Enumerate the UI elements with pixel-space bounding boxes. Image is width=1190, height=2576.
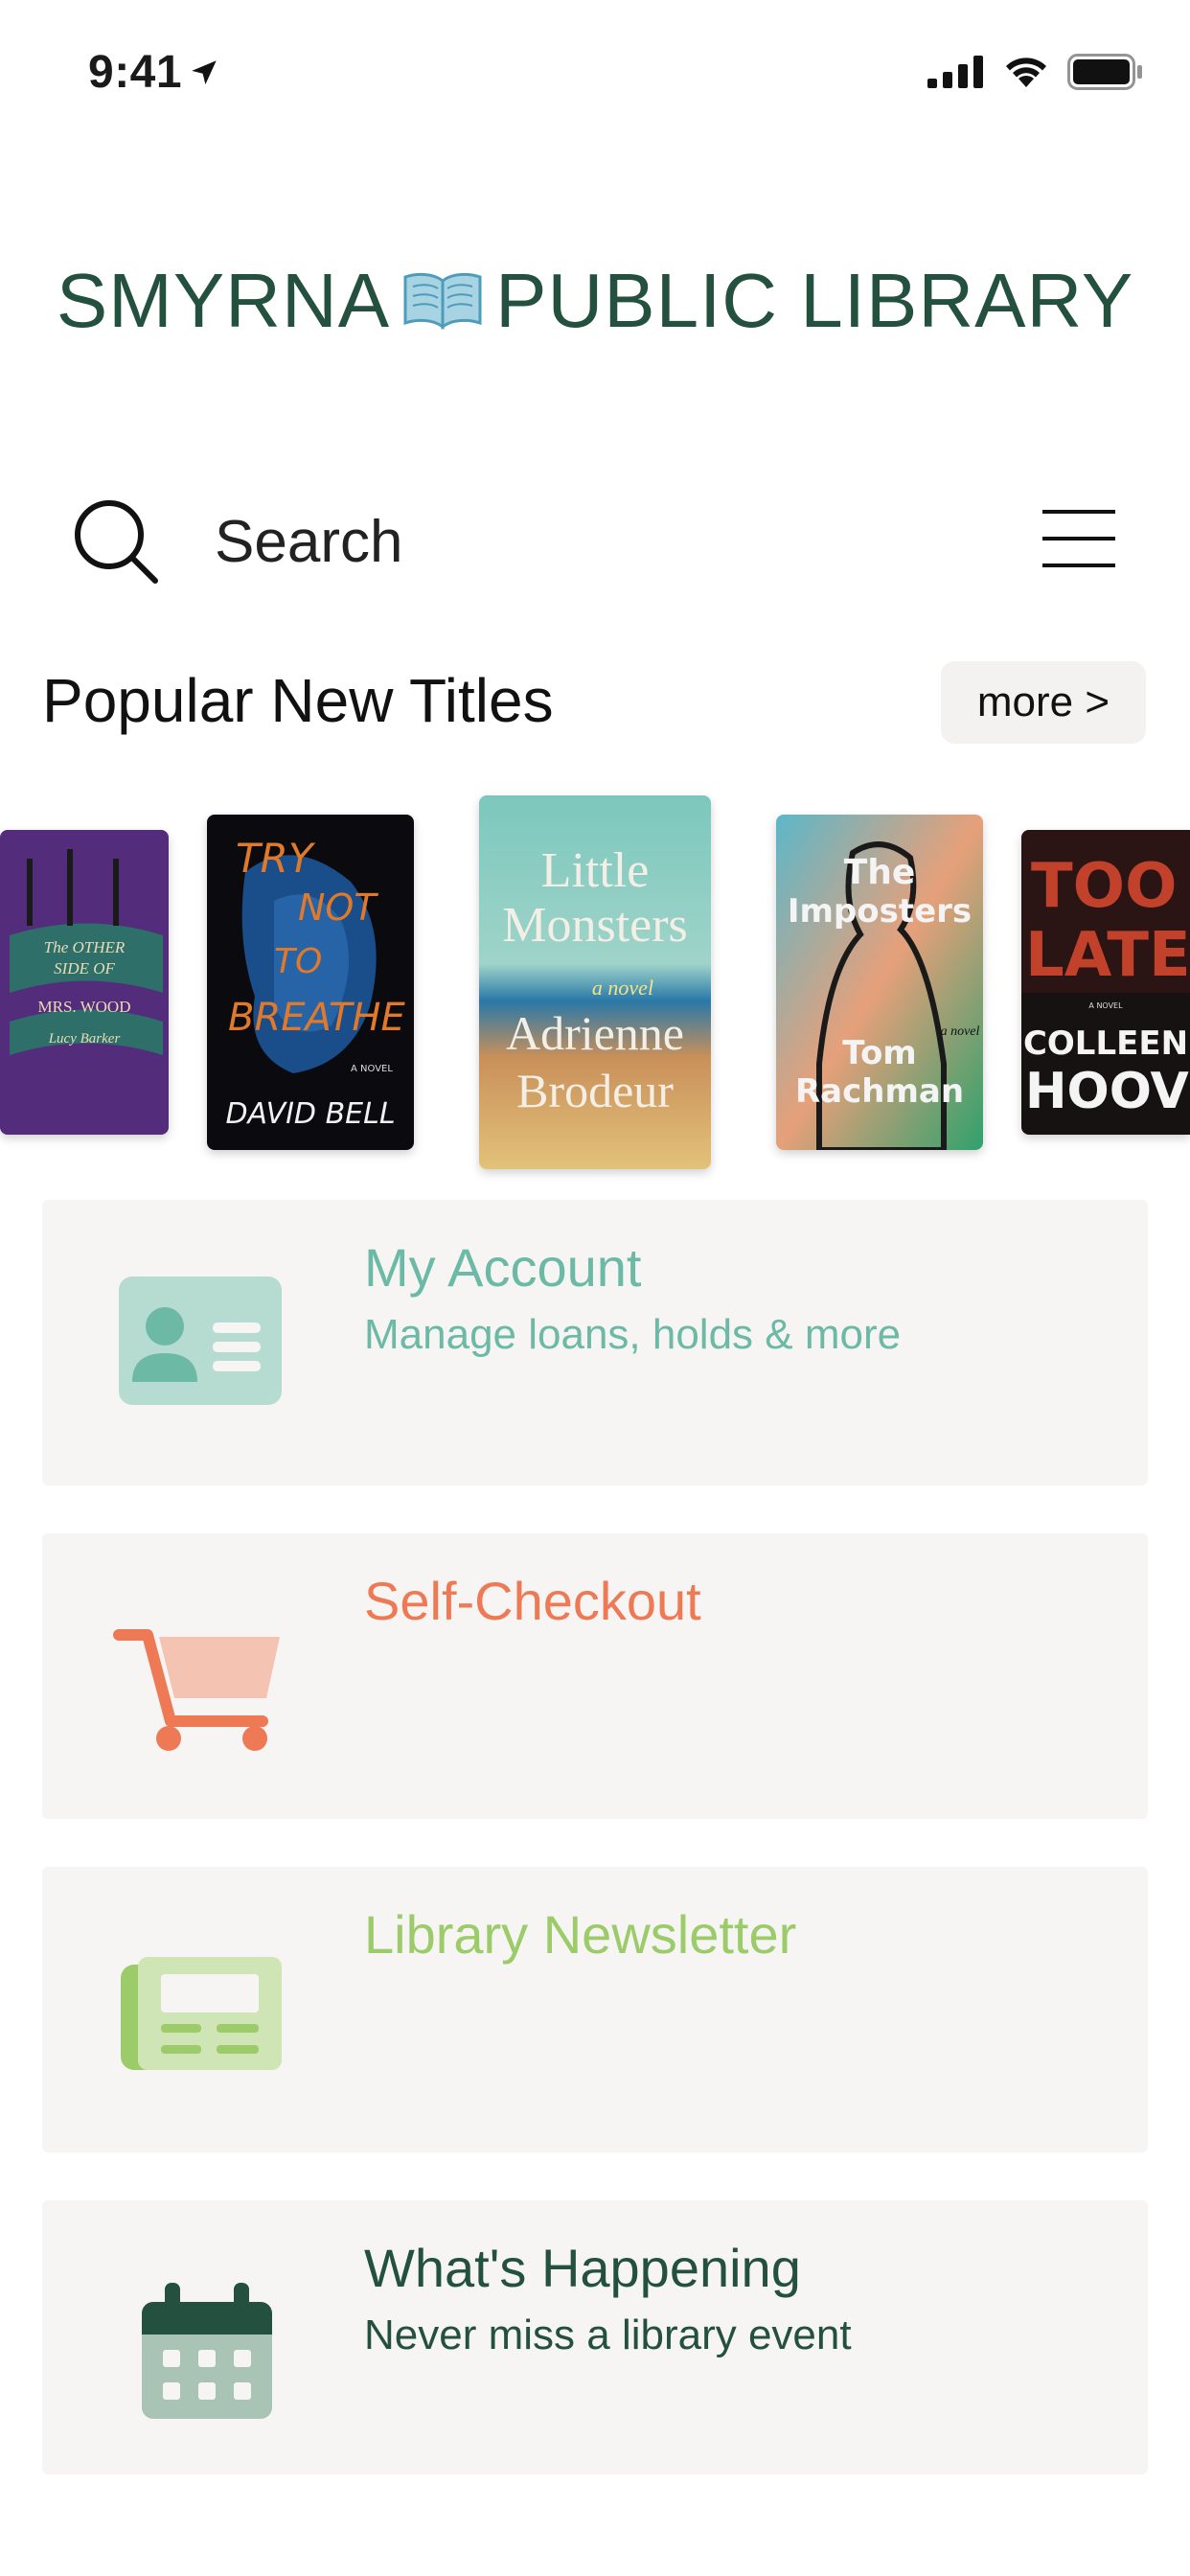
book-5-author-line-2: HOOVER xyxy=(1025,1063,1190,1120)
section-title: Popular New Titles xyxy=(42,666,554,735)
book-cover-5[interactable]: TOO LATE A NOVEL COLLEEN HOOVER xyxy=(1021,830,1190,1135)
book-1-title-line-1: The OTHER xyxy=(44,938,126,956)
book-2-author: DAVID BELL xyxy=(225,1097,395,1131)
book-2-tagline: A NOVEL xyxy=(351,1064,393,1074)
book-cover-4[interactable]: The Imposters a novel Tom Rachman xyxy=(776,815,983,1150)
battery-icon xyxy=(1067,54,1142,90)
card-subtitle: Never miss a library event xyxy=(364,2312,852,2358)
book-3-tagline: a novel xyxy=(592,976,653,1000)
book-3-title-line-2: Monsters xyxy=(502,898,688,953)
status-time: 9:41 xyxy=(88,46,220,99)
book-5-title-line-1: TOO xyxy=(1031,851,1177,922)
book-1-title-line-3: MRS. WOOD xyxy=(38,998,131,1016)
book-4-tagline: a novel xyxy=(941,1024,980,1039)
book-2-title-line-4: BREATHE xyxy=(228,996,405,1040)
book-5-tagline: A NOVEL xyxy=(1088,1001,1123,1010)
book-cover-3[interactable]: Little Monsters a novel Adrienne Brodeur xyxy=(479,795,711,1169)
book-2-title-line-3: TO xyxy=(274,942,322,981)
search-icon[interactable] xyxy=(69,494,161,586)
open-book-icon xyxy=(403,272,482,331)
id-card-icon xyxy=(119,1276,282,1405)
search-input[interactable]: Search xyxy=(215,508,402,576)
card-title: Library Newsletter xyxy=(364,1904,797,1965)
self-checkout-card[interactable]: Self-Checkout xyxy=(42,1533,1148,1819)
status-icons xyxy=(927,54,1144,90)
status-time-text: 9:41 xyxy=(88,47,183,98)
book-2-title-line-2: NOT xyxy=(298,886,378,929)
book-4-title-line-1: The xyxy=(844,853,916,892)
book-3-author-line-2: Brodeur xyxy=(516,1064,674,1117)
book-3-title-line-1: Little xyxy=(541,843,650,898)
whats-happening-card[interactable]: What's Happening Never miss a library ev… xyxy=(42,2200,1148,2474)
shopping-cart-icon xyxy=(113,1629,280,1751)
card-title: Self-Checkout xyxy=(364,1571,701,1631)
book-4-author-line-1: Tom xyxy=(842,1034,916,1072)
book-1-title-line-2: SIDE OF xyxy=(54,959,115,978)
book-4-author-line-2: Rachman xyxy=(795,1072,964,1111)
logo-text-left: SMYRNA xyxy=(56,258,391,343)
hamburger-menu-icon[interactable] xyxy=(1041,506,1117,571)
location-arrow-icon xyxy=(192,59,217,84)
book-5-title-line-2: LATE xyxy=(1025,920,1190,991)
book-cover-2[interactable]: TRY NOT TO BREATHE A NOVEL DAVID BELL xyxy=(207,815,414,1150)
book-3-author-line-1: Adrienne xyxy=(506,1006,684,1060)
card-title: What's Happening xyxy=(364,2238,801,2298)
newspaper-icon xyxy=(121,1957,282,2070)
book-cover-1[interactable]: The OTHER SIDE OF MRS. WOOD Lucy Barker xyxy=(0,830,169,1135)
book-2-title-line-1: TRY xyxy=(236,835,316,882)
my-account-card[interactable]: My Account Manage loans, holds & more xyxy=(42,1200,1148,1485)
calendar-icon xyxy=(142,2283,272,2419)
book-5-author-line-1: COLLEEN xyxy=(1023,1024,1188,1063)
card-subtitle: Manage loans, holds & more xyxy=(364,1311,902,1358)
book-4-title-line-2: Imposters xyxy=(788,892,972,931)
signal-icon xyxy=(927,56,983,88)
wifi-icon xyxy=(1006,58,1046,87)
logo-text-right: PUBLIC LIBRARY xyxy=(495,258,1134,343)
book-1-author: Lucy Barker xyxy=(48,1031,121,1046)
library-newsletter-card[interactable]: Library Newsletter xyxy=(42,1867,1148,2152)
card-title: My Account xyxy=(364,1237,642,1298)
more-button[interactable]: more > xyxy=(941,661,1146,744)
library-logo: SMYRNA PUBLIC LIBRARY xyxy=(0,257,1190,345)
